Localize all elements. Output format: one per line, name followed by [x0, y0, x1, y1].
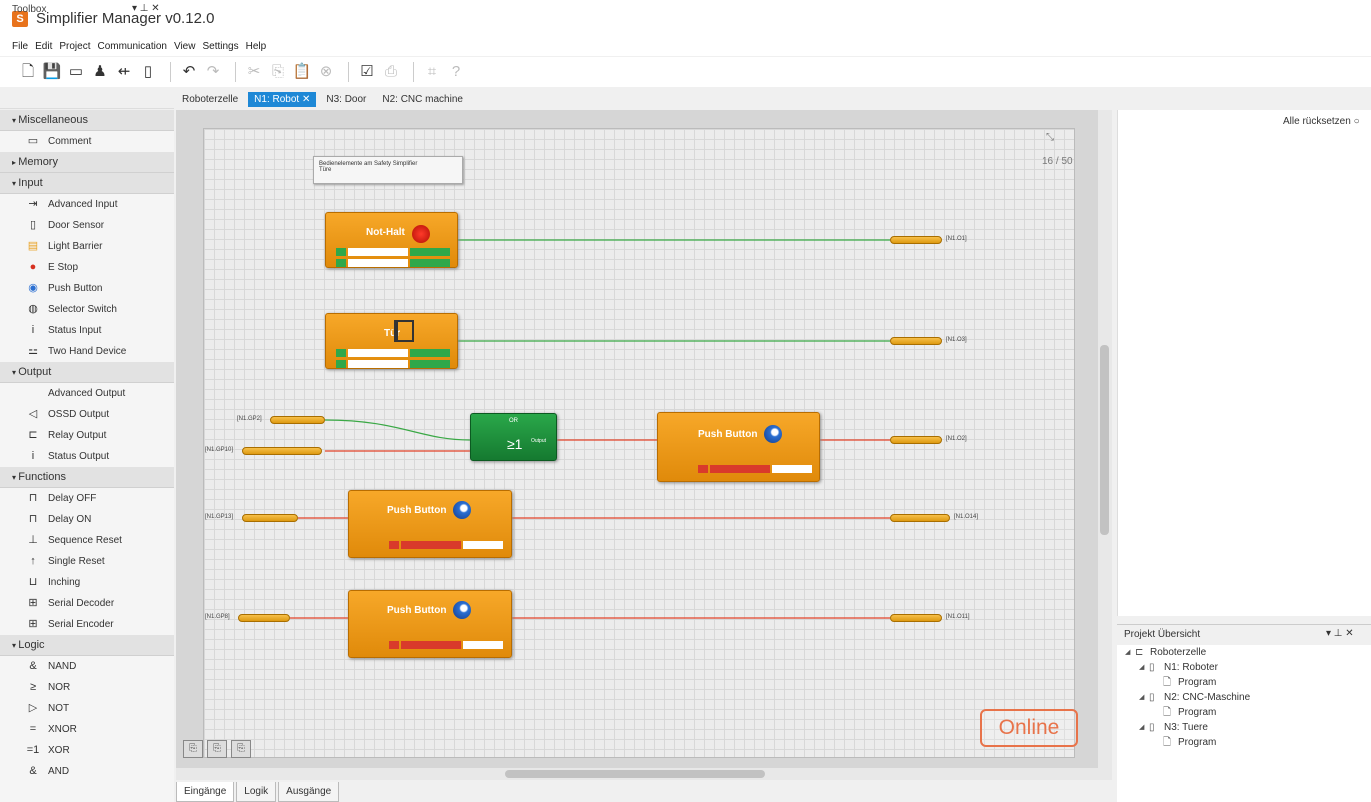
tree-node[interactable]: 🗋 Program [1117, 705, 1371, 720]
tab-eingaenge[interactable]: Eingänge [176, 782, 235, 802]
door-block[interactable]: Tür [325, 313, 458, 369]
output-tag-o3: [N1.O3] [946, 337, 967, 343]
tree-node-label: Program [1178, 677, 1217, 688]
pb2-title: Push Button [387, 505, 447, 516]
tree-node[interactable]: ◢ ▯ N2: CNC-Maschine [1117, 690, 1371, 705]
estop-block[interactable]: Not-Halt [325, 212, 458, 268]
output-pill-o2[interactable] [890, 436, 942, 444]
page-add-icon[interactable]: ⎘ [183, 740, 203, 758]
page-buttons: ⎘ ⎘ ⎘ [183, 740, 255, 758]
pb1-knob-icon [764, 425, 782, 443]
input-tag-gp13: [N1.GP13] [205, 514, 234, 520]
device-icon: ▯ [1149, 692, 1155, 703]
estop-pin-row-2 [336, 259, 450, 267]
project-pin-icon[interactable]: ▾ ⊥ ✕ [1326, 628, 1354, 639]
input-pill-gp8[interactable] [238, 614, 290, 622]
device-icon: ▯ [1149, 662, 1155, 673]
push-button-block-3[interactable]: Push Button [348, 590, 512, 658]
tab-ausgaenge[interactable]: Ausgänge [278, 782, 340, 802]
door-pin-row-2 [336, 360, 450, 368]
project-tree: ◢ ⊏ Roboterzelle ◢ ▯ N1: Roboter 🗋 Program ◢ ▯ N2:… [1117, 645, 1371, 802]
properties-panel [1117, 110, 1371, 616]
or-title: OR [509, 418, 518, 424]
output-tag-o14: [N1.O14] [954, 514, 979, 520]
tree-node[interactable]: 🗋 Program [1117, 735, 1371, 750]
pb1-pin-row [698, 465, 812, 473]
input-pill-gp10[interactable] [242, 447, 322, 455]
document-icon: 🗋 [1163, 677, 1172, 688]
document-icon: 🗋 [1163, 737, 1172, 748]
input-pill-gp13[interactable] [242, 514, 298, 522]
folder-icon: ⊏ [1135, 647, 1144, 658]
output-tag-o2: [N1.O2] [946, 436, 967, 442]
door-icon [394, 320, 414, 342]
tab-logik[interactable]: Logik [236, 782, 277, 802]
input-tag-gp10: [N1.GP10] [205, 447, 234, 453]
output-pill-o3[interactable] [890, 337, 942, 345]
estop-pin-row-1 [336, 248, 450, 256]
output-pill-o14[interactable] [890, 514, 950, 522]
tree-node[interactable]: ◢ ⊏ Roboterzelle [1117, 645, 1371, 660]
tree-node-label: N2: CNC-Maschine [1164, 692, 1251, 703]
page-copy-icon[interactable]: ⎘ [207, 740, 227, 758]
tree-node[interactable]: 🗋 Program [1117, 675, 1371, 690]
online-status: Online [980, 709, 1078, 747]
push-button-block-2[interactable]: Push Button [348, 490, 512, 558]
reset-all-button[interactable]: Alle rücksetzen ○ [1283, 116, 1360, 127]
push-button-block-1[interactable]: Push Button [657, 412, 820, 482]
input-tag-gp8: [N1.GP8] [205, 614, 230, 620]
door-pin-row-1 [336, 349, 450, 357]
expand-triangle-icon: ◢ [1139, 694, 1145, 701]
or-block[interactable]: OR ≥1 Output [470, 413, 557, 461]
expand-triangle-icon: ◢ [1139, 664, 1145, 671]
pb1-title: Push Button [698, 429, 758, 440]
output-tag-o11: [N1.O11] [946, 614, 970, 620]
canvas-comment[interactable]: Bedienelemente am Safety Simplifier Türe [313, 156, 463, 184]
tree-node-label: N3: Tuere [1164, 722, 1208, 733]
or-output-label: Output [531, 438, 547, 444]
wire-gp2-or [324, 419, 471, 441]
pb3-knob-icon [453, 601, 471, 619]
or-symbol: ≥1 [507, 436, 523, 452]
tree-node-label: Program [1178, 707, 1217, 718]
tree-node[interactable]: ◢ ▯ N3: Tuere [1117, 720, 1371, 735]
expand-triangle-icon: ◢ [1125, 649, 1131, 656]
expand-triangle-icon: ◢ [1139, 724, 1145, 731]
bottom-tabs: Eingänge Logik Ausgänge [176, 782, 341, 802]
tree-node-label: Program [1178, 737, 1217, 748]
tree-node[interactable]: ◢ ▯ N1: Roboter [1117, 660, 1371, 675]
pb3-title: Push Button [387, 605, 447, 616]
estop-icon [412, 225, 430, 243]
device-icon: ▯ [1149, 722, 1155, 733]
input-tag-gp2: [N1.GP2] [237, 416, 262, 422]
output-pill-o1[interactable] [890, 236, 942, 244]
input-pill-gp2[interactable] [270, 416, 325, 424]
document-icon: 🗋 [1163, 707, 1172, 718]
reset-all-label: Alle rücksetzen [1283, 116, 1351, 127]
refresh-icon: ○ [1353, 116, 1360, 127]
pb2-pin-row [389, 541, 503, 549]
output-tag-o1: [N1.O1] [946, 236, 967, 242]
pb3-pin-row [389, 641, 503, 649]
tree-node-label: Roboterzelle [1150, 647, 1207, 658]
estop-title: Not-Halt [366, 227, 405, 238]
output-pill-o11[interactable] [890, 614, 942, 622]
page-remove-icon[interactable]: ⎘ [231, 740, 251, 758]
project-overview-title: Projekt Übersicht [1124, 629, 1201, 640]
pb2-knob-icon [453, 501, 471, 519]
tree-node-label: N1: Roboter [1164, 662, 1218, 673]
